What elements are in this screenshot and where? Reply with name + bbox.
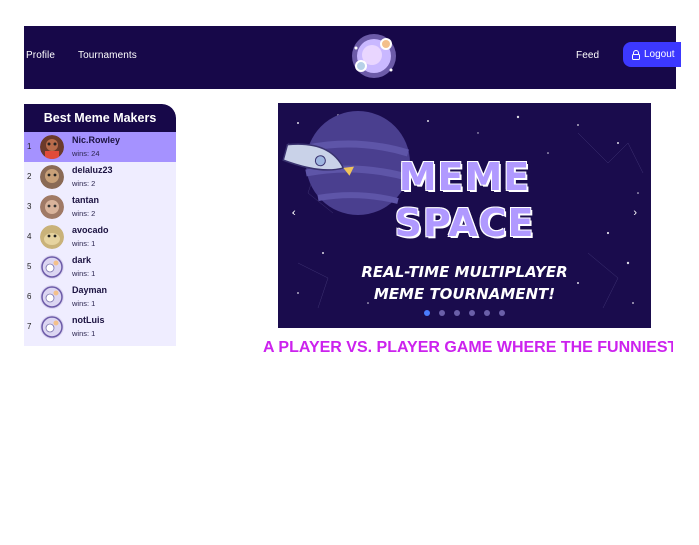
nav-profile-link[interactable]: Profile xyxy=(26,50,55,61)
avatar xyxy=(40,255,64,279)
leaderboard-row[interactable]: 1 Nic.Rowley wins: 24 xyxy=(24,132,176,162)
leaderboard-username[interactable]: avocado xyxy=(72,225,109,235)
carousel-next-button[interactable]: › xyxy=(633,207,637,219)
carousel-indicator[interactable] xyxy=(469,310,475,316)
leaderboard-rank: 6 xyxy=(27,292,32,301)
leaderboard-username[interactable]: tantan xyxy=(72,195,99,205)
leaderboard-username[interactable]: delaluz23 xyxy=(72,165,113,175)
carousel-indicator[interactable] xyxy=(424,310,430,316)
hero-carousel: MEME SPACE REAL-TIME MULTIPLAYER MEME TO… xyxy=(278,103,651,328)
leaderboard-rank: 7 xyxy=(27,322,32,331)
avatar xyxy=(40,315,64,339)
logout-label: Logout xyxy=(644,49,675,60)
leaderboard-rank: 2 xyxy=(27,172,32,181)
hero-headline: A PLAYER VS. PLAYER GAME WHERE THE FUNNI… xyxy=(263,339,673,353)
leaderboard-row[interactable]: 7 notLuis wins: 1 xyxy=(24,312,176,342)
avatar xyxy=(40,195,64,219)
avatar xyxy=(40,285,64,309)
leaderboard-rank: 5 xyxy=(27,262,32,271)
leaderboard-wins: wins: 2 xyxy=(72,209,96,218)
leaderboard-row[interactable]: 2 delaluz23 wins: 2 xyxy=(24,162,176,192)
avatar xyxy=(40,225,64,249)
leaderboard-title: Best Meme Makers xyxy=(24,104,176,132)
top-navbar: Profile Tournaments Feed Logout xyxy=(24,26,681,89)
carousel-prev-button[interactable]: ‹ xyxy=(292,207,296,219)
leaderboard-wins: wins: 1 xyxy=(72,239,96,248)
leaderboard-wins: wins: 24 xyxy=(72,149,100,158)
leaderboard-wins: wins: 2 xyxy=(72,179,96,188)
leaderboard-row[interactable]: 4 avocado wins: 1 xyxy=(24,222,176,252)
leaderboard-rank: 4 xyxy=(27,232,32,241)
leaderboard-row[interactable]: 3 tantan wins: 2 xyxy=(24,192,176,222)
nav-tournaments-link[interactable]: Tournaments xyxy=(78,50,137,61)
leaderboard-wins: wins: 1 xyxy=(72,269,96,278)
logout-button[interactable]: Logout xyxy=(623,42,681,67)
leaderboard-row[interactable]: 6 Dayman wins: 1 xyxy=(24,282,176,312)
hero-tagline-line1: REAL-TIME MULTIPLAYER xyxy=(361,263,568,281)
leaderboard-row[interactable]: 5 dark wins: 1 xyxy=(24,252,176,282)
leaderboard-wins: wins: 1 xyxy=(72,329,96,338)
leaderboard-username[interactable]: Dayman xyxy=(72,285,107,295)
carousel-indicator[interactable] xyxy=(454,310,460,316)
hero-tagline-line2: MEME TOURNAMENT! xyxy=(373,285,556,303)
leaderboard-wins: wins: 1 xyxy=(72,299,96,308)
leaderboard-rank: 1 xyxy=(27,142,32,151)
carousel-indicator[interactable] xyxy=(484,310,490,316)
leaderboard-username[interactable]: Nic.Rowley xyxy=(72,135,120,145)
leaderboard-username[interactable]: notLuis xyxy=(72,315,105,325)
leaderboard-panel: Best Meme Makers 1 Nic.Rowley wins: 24 2… xyxy=(24,104,176,346)
avatar xyxy=(40,165,64,189)
meme-space-logo-icon[interactable] xyxy=(346,28,402,84)
carousel-indicator[interactable] xyxy=(499,310,505,316)
nav-feed-link[interactable]: Feed xyxy=(576,50,599,61)
hero-title-line1: MEME xyxy=(398,155,531,199)
carousel-indicators xyxy=(278,310,651,316)
carousel-indicator[interactable] xyxy=(439,310,445,316)
avatar xyxy=(40,135,64,159)
leaderboard-username[interactable]: dark xyxy=(72,255,91,265)
hero-title-line2: SPACE xyxy=(394,201,535,245)
lock-icon xyxy=(632,49,640,60)
leaderboard-rank: 3 xyxy=(27,202,32,211)
